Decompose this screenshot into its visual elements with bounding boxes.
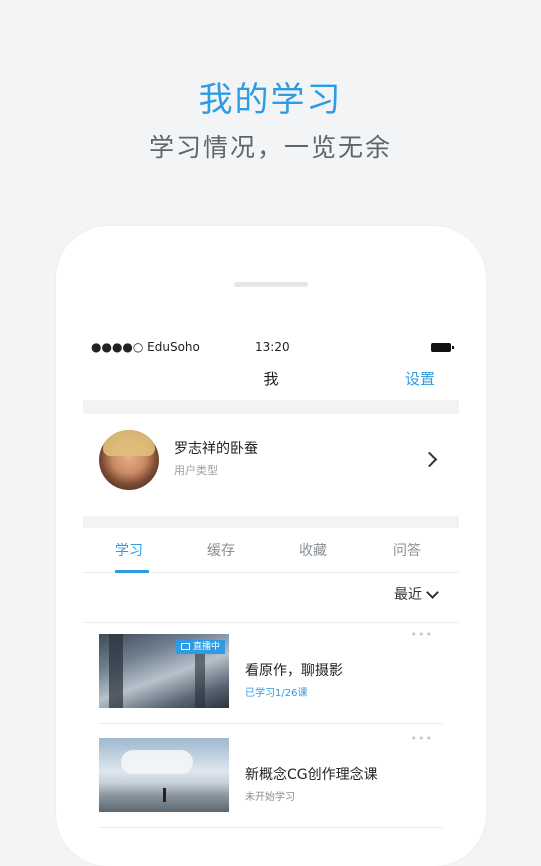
status-bar: ●●●●○ EduSoho 13:20 — [83, 340, 459, 358]
course-progress: 未开始学习 — [245, 792, 295, 803]
battery-icon — [431, 343, 454, 352]
chevron-down-icon — [426, 586, 439, 599]
course-thumbnail — [99, 738, 229, 812]
sort-label: 最近 — [394, 587, 422, 603]
course-progress: 已学习1/26课 — [245, 688, 308, 699]
page-title: 我 — [263, 370, 279, 388]
status-time: 13:20 — [255, 340, 290, 354]
course-item[interactable]: 新概念CG创作理念课 未开始学习 ••• — [99, 728, 443, 828]
section-divider — [83, 516, 459, 528]
nav-bar: 我 设置 — [83, 358, 459, 398]
course-item[interactable]: 直播中 看原作，聊摄影 已学习1/26课 ••• — [99, 624, 443, 724]
camera-icon — [180, 643, 190, 650]
course-title: 看原作，聊摄影 — [245, 663, 343, 679]
course-title: 新概念CG创作理念课 — [245, 767, 378, 783]
profile-name: 罗志祥的卧蚕 — [174, 441, 258, 457]
profile-user-type: 用户类型 — [174, 464, 218, 477]
settings-button[interactable]: 设置 — [405, 368, 435, 389]
tab-favorites[interactable]: 收藏 — [299, 540, 327, 560]
section-divider — [83, 400, 459, 414]
phone-speaker — [234, 282, 308, 287]
carrier-label: ●●●●○ EduSoho — [91, 340, 200, 354]
hero-subtitle: 学习情况，一览无余 — [148, 133, 392, 162]
tab-qa[interactable]: 问答 — [393, 540, 421, 560]
phone-mockup: ●●●●○ EduSoho 13:20 我 设置 罗志祥的卧蚕 用户类型 学习 … — [56, 226, 486, 866]
more-icon[interactable]: ••• — [411, 732, 433, 745]
course-thumbnail: 直播中 — [99, 634, 229, 708]
active-tab-indicator — [115, 570, 149, 573]
sort-dropdown[interactable]: 最近 — [394, 584, 439, 604]
avatar[interactable] — [99, 430, 159, 490]
chevron-right-icon — [421, 451, 438, 468]
more-icon[interactable]: ••• — [411, 628, 433, 641]
item-divider — [99, 723, 443, 724]
profile-card[interactable]: 罗志祥的卧蚕 用户类型 — [83, 414, 459, 516]
app-screen: ●●●●○ EduSoho 13:20 我 设置 罗志祥的卧蚕 用户类型 学习 … — [83, 330, 459, 866]
tab-study[interactable]: 学习 — [115, 540, 143, 560]
list-divider — [83, 622, 459, 623]
hero-title: 我的学习 — [198, 80, 343, 120]
tab-bar: 学习 缓存 收藏 问答 — [83, 528, 459, 573]
tab-cache[interactable]: 缓存 — [207, 540, 235, 560]
live-badge: 直播中 — [175, 640, 225, 654]
item-divider — [99, 827, 443, 828]
